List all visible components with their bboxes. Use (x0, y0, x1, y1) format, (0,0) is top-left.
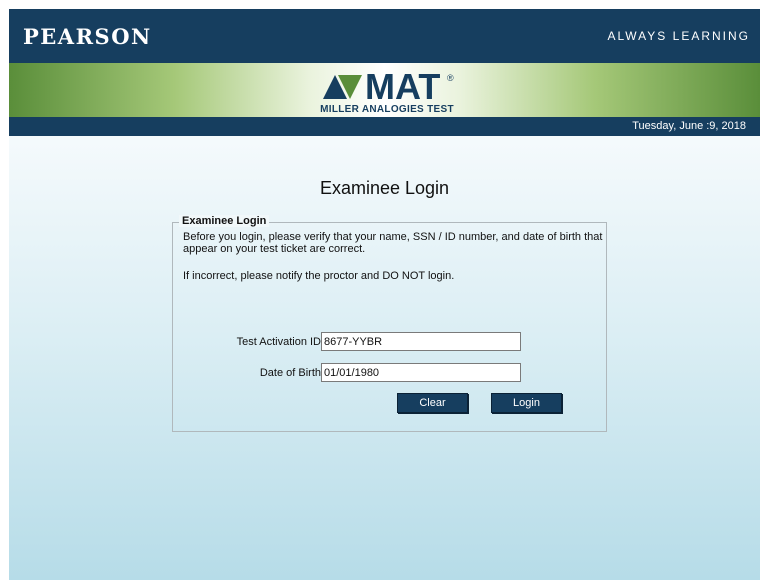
instructions-text: Before you login, please verify that you… (183, 231, 603, 255)
dob-input[interactable] (321, 363, 521, 382)
logo-subtitle: MILLER ANALOGIES TEST (320, 104, 454, 115)
date-bar: Tuesday, June :9, 2018 (9, 117, 760, 136)
current-date: Tuesday, June :9, 2018 (632, 120, 746, 132)
mat-logo: MAT ® MILLER ANALOGIES TEST (307, 65, 467, 117)
registered-mark: ® (447, 73, 454, 83)
mat-logo-mark: MAT ® (323, 66, 454, 107)
mat-logo-text: MAT (365, 66, 440, 105)
warning-text: If incorrect, please notify the proctor … (183, 270, 455, 282)
login-fieldset: Examinee Login Before you login, please … (172, 215, 607, 432)
fieldset-legend: Examinee Login (179, 215, 270, 227)
page-title: Examinee Login (319, 178, 450, 198)
tagline: ALWAYS LEARNING (607, 29, 750, 43)
clear-button[interactable]: Clear (397, 393, 468, 413)
activation-id-input[interactable] (321, 332, 521, 351)
app-window: PEARSON ALWAYS LEARNING MAT ® MILLER ANA… (9, 9, 760, 580)
activation-id-label: Test Activation ID (236, 336, 321, 348)
login-button[interactable]: Login (491, 393, 562, 413)
main-content: Examinee Login Examinee Login Before you… (9, 136, 760, 580)
dob-label: Date of Birth (259, 367, 321, 379)
header-bar: PEARSON ALWAYS LEARNING (9, 9, 760, 63)
pearson-logo: PEARSON (23, 24, 152, 49)
